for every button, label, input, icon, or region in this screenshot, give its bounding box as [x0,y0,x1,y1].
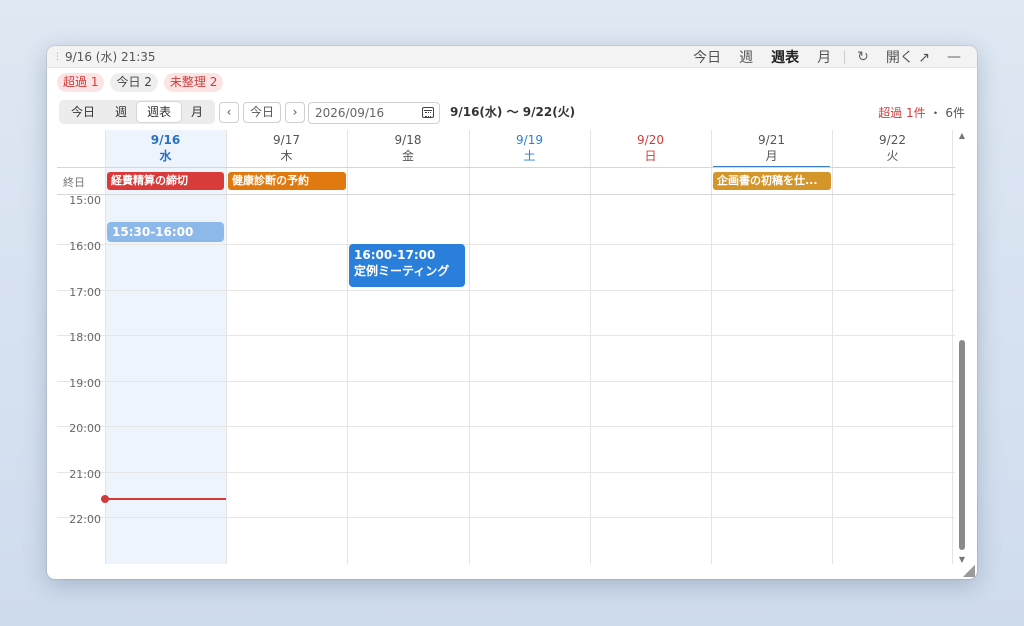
day-weekday: 火 [886,149,899,163]
allday-label: 終日 [63,176,85,189]
day-column[interactable] [832,130,953,564]
scrollbar-thumb[interactable] [959,340,965,550]
allday-divider [57,194,955,195]
calendar-window: ⋮ 9/16 (水) 21:35 今日 週 週表 月 ↻ 開く ↗ — 超過 1… [47,46,977,579]
day-weekday: 月 [765,149,778,163]
view-today-button[interactable]: 今日 [684,47,730,67]
resize-handle-icon[interactable] [963,565,975,577]
title-bar-controls: 今日 週 週表 月 ↻ 開く ↗ — [684,46,969,68]
open-label: 開く [885,50,914,66]
open-button[interactable]: 開く ↗ [877,47,939,67]
day-column[interactable] [590,130,711,564]
timed-event[interactable]: 16:00-17:00 定例ミーティング [349,244,465,287]
day-column[interactable] [469,130,590,564]
unsorted-badge[interactable]: 未整理 2 [163,73,224,92]
allday-event[interactable]: 企画書の初稿を仕... [713,172,831,190]
hour-label: 22:00 [69,513,101,526]
day-date: 9/18 [394,133,422,147]
current-time-line [105,498,226,500]
view-month-button[interactable]: 月 [808,47,840,67]
event-title: 定例ミーティング [354,264,450,278]
vertical-scrollbar[interactable]: ▲ ▼ [958,132,966,564]
summary-separator: ・ [929,106,942,120]
day-date: 9/20 [637,133,664,147]
day-header-saturday[interactable]: 9/19 土 [469,130,590,167]
event-time: 16:00-17:00 [354,248,436,262]
timed-event[interactable]: 15:30-16:00 [107,222,224,242]
title-bar-divider [844,50,846,64]
scroll-down-icon[interactable]: ▼ [958,556,966,564]
hour-label: 17:00 [69,286,101,299]
day-weekday: 水 [159,149,172,163]
day-header[interactable]: 9/22 火 [832,130,953,167]
go-today-button[interactable]: 今日 [243,102,281,123]
day-header[interactable]: 9/18 金 [347,130,469,167]
today-badge[interactable]: 今日 2 [110,73,158,92]
day-date: 9/21 [758,133,785,147]
day-weekday: 日 [644,149,657,163]
seg-weekgrid-button[interactable]: 週表 [137,102,182,122]
task-summary: 超過 1件 ・ 6件 [878,104,965,121]
hour-label: 20:00 [69,422,101,435]
day-column[interactable] [226,130,347,564]
drag-grip-icon[interactable]: ⋮ [53,52,63,61]
calendar-icon[interactable] [422,107,434,118]
hour-line [57,290,955,291]
summary-overdue: 超過 1件 [878,106,926,120]
hour-line [57,472,955,473]
allday-event[interactable]: 経費精算の締切 [107,172,224,190]
date-picker-input[interactable]: 2026/09/16 [308,102,440,124]
day-weekday: 木 [280,149,293,163]
header-divider [57,167,955,168]
overdue-badge[interactable]: 超過 1 [57,73,105,92]
day-column[interactable] [711,130,832,564]
seg-today-button[interactable]: 今日 [61,102,105,122]
scroll-up-icon[interactable]: ▲ [958,132,966,140]
day-date: 9/22 [879,133,906,147]
hour-line [57,426,955,427]
day-column[interactable] [347,130,469,564]
date-value: 2026/09/16 [315,106,385,120]
hour-label: 18:00 [69,331,101,344]
hour-label: 16:00 [69,240,101,253]
day-date: 9/16 [150,133,181,147]
seg-month-button[interactable]: 月 [181,102,213,122]
title-bar[interactable]: ⋮ 9/16 (水) 21:35 今日 週 週表 月 ↻ 開く ↗ — [47,46,977,68]
hour-line [57,517,955,518]
calendar-toolbar: 今日 週 週表 月 ‹ 今日 › 2026/09/16 9/16(水) 〜 9/… [59,100,965,124]
chevron-right-icon: › [292,105,298,119]
day-header[interactable]: 9/17 木 [226,130,347,167]
day-header-holiday[interactable]: 9/21 月 [711,130,832,168]
hour-line [57,244,955,245]
day-header-today[interactable]: 9/16 水 [105,130,226,167]
minimize-icon[interactable]: — [939,49,969,65]
week-range-label: 9/16(水) 〜 9/22(火) [450,105,576,119]
current-time-dot [101,495,109,503]
view-segmented-control: 今日 週 週表 月 [59,100,216,124]
external-link-icon: ↗ [918,50,930,66]
next-week-button[interactable]: › [285,102,305,123]
seg-week-button[interactable]: 週 [105,102,137,122]
hour-label: 19:00 [69,377,101,390]
prev-week-button[interactable]: ‹ [219,102,239,123]
event-time: 15:30-16:00 [112,225,194,239]
summary-total: 6件 [945,106,965,120]
day-header-sunday[interactable]: 9/20 日 [590,130,711,167]
hour-label: 15:00 [69,194,101,207]
week-grid: 9/16 水 9/17 木 9/18 金 9/19 土 9/20 日 9/21 … [57,130,955,564]
allday-event[interactable]: 健康診断の予約 [228,172,346,190]
hour-label: 21:00 [69,468,101,481]
view-weekgrid-button[interactable]: 週表 [762,47,808,67]
day-weekday: 金 [401,149,414,163]
status-badges: 超過 1 今日 2 未整理 2 [57,73,224,92]
day-weekday: 土 [523,149,536,163]
chevron-left-icon: ‹ [226,105,232,119]
day-date: 9/17 [273,133,300,147]
refresh-icon[interactable]: ↻ [849,49,877,65]
hour-line [57,335,955,336]
hour-line [57,381,955,382]
window-title: 9/16 (水) 21:35 [65,50,156,64]
day-date: 9/19 [516,133,543,147]
view-week-button[interactable]: 週 [730,47,762,67]
